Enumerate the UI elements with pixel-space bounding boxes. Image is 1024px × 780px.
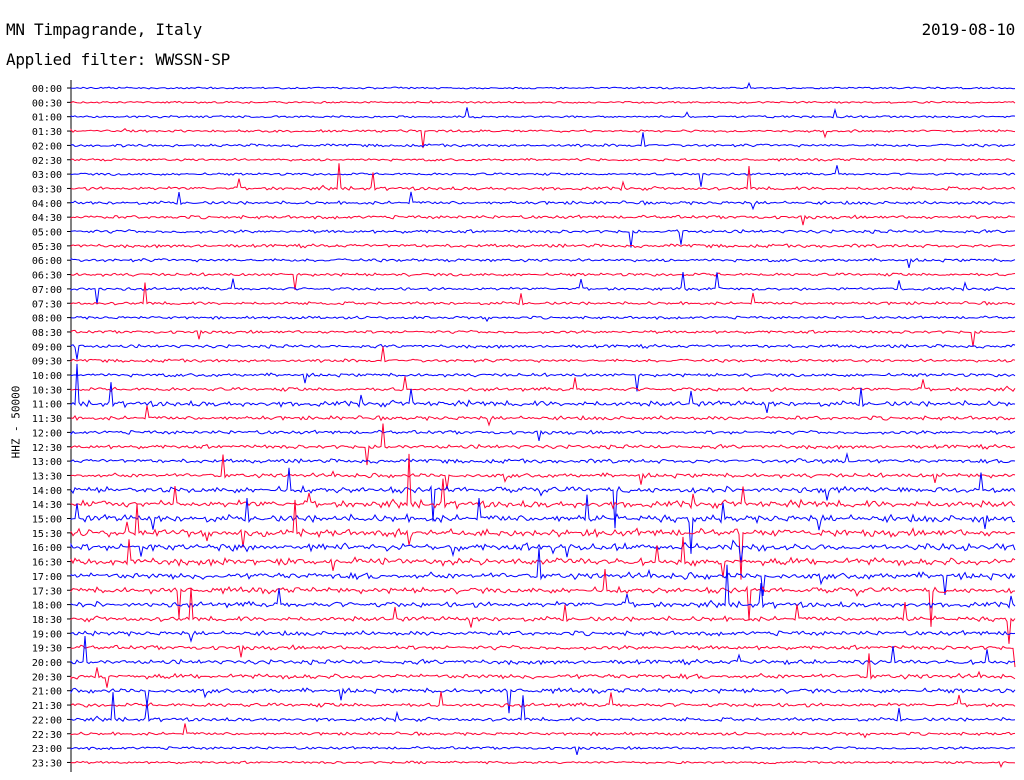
trace-0930 — [70, 346, 1016, 363]
row-time-label: 10:30 — [32, 385, 62, 396]
trace-1630 — [70, 536, 1016, 578]
trace-1830 — [70, 587, 1016, 644]
row-time-label: 07:30 — [32, 299, 62, 310]
trace-0630 — [70, 272, 1016, 290]
row-time-label: 01:00 — [32, 113, 62, 124]
row-time-label: 19:30 — [32, 644, 62, 655]
row-time-label: 21:30 — [32, 701, 62, 712]
trace-0400 — [70, 191, 1016, 211]
row-time-label: 23:00 — [32, 744, 62, 755]
trace-0730 — [70, 282, 1016, 306]
row-time-label: 02:00 — [32, 141, 62, 152]
row-time-label: 09:00 — [32, 342, 62, 353]
row-time-label: 11:00 — [32, 400, 62, 411]
row-time-label: 03:00 — [32, 170, 62, 181]
row-time-label: 00:30 — [32, 98, 62, 109]
trace-0000 — [70, 81, 1016, 90]
trace-2200 — [70, 692, 1016, 723]
trace-0030 — [70, 99, 1016, 104]
row-time-label: 23:30 — [32, 758, 62, 769]
row-time-label: 22:00 — [32, 715, 62, 726]
trace-0200 — [70, 132, 1016, 148]
seismogram-plot: 00:00 00:30 01:00 01:30 02:00 02:30 03:00 03:30… — [32, 80, 1016, 772]
row-time-label: 17:00 — [32, 572, 62, 583]
trace-1530 — [70, 499, 1016, 580]
trace-0800 — [70, 315, 1016, 323]
trace-1330 — [70, 454, 1016, 490]
row-time-label: 03:30 — [32, 184, 62, 195]
row-time-label: 01:30 — [32, 127, 62, 138]
row-time-label: 05:30 — [32, 242, 62, 253]
trace-1030 — [70, 376, 1016, 393]
trace-0830 — [70, 329, 1016, 347]
trace-0230 — [70, 157, 1016, 162]
row-time-label: 02:30 — [32, 156, 62, 167]
row-time-label: 18:00 — [32, 601, 62, 612]
row-time-label: 04:30 — [32, 213, 62, 224]
trace-0700 — [70, 272, 1015, 305]
trace-0100 — [70, 107, 1016, 119]
trace-0330 — [70, 163, 1016, 192]
row-time-label: 14:30 — [32, 500, 62, 511]
row-time-label: 19:00 — [32, 629, 62, 640]
row-time-label: 11:30 — [32, 414, 62, 425]
row-time-label: 20:30 — [32, 672, 62, 683]
row-time-label: 16:30 — [32, 558, 62, 569]
row-time-label: 05:00 — [32, 228, 62, 239]
row-time-label: 00:00 — [32, 84, 62, 95]
row-time-label: 13:00 — [32, 457, 62, 468]
row-time-label: 14:00 — [32, 486, 62, 497]
trace-2130 — [70, 691, 1016, 708]
row-time-label: 21:00 — [32, 687, 62, 698]
trace-2100 — [70, 687, 1016, 714]
row-time-label: 10:00 — [32, 371, 62, 382]
row-time-label: 08:00 — [32, 314, 62, 325]
trace-2030 — [70, 653, 1016, 688]
row-time-label: 07:00 — [32, 285, 62, 296]
row-time-label: 16:00 — [32, 543, 62, 554]
trace-1900 — [70, 629, 1016, 643]
row-time-label: 18:30 — [32, 615, 62, 626]
row-time-label: 04:00 — [32, 199, 62, 210]
trace-2230 — [70, 723, 1016, 739]
row-time-label: 13:30 — [32, 471, 62, 482]
row-time-label: 22:30 — [32, 730, 62, 741]
row-time-label: 20:00 — [32, 658, 62, 669]
trace-2000 — [70, 635, 1015, 666]
trace-1130 — [70, 405, 1016, 427]
trace-1930 — [70, 644, 1016, 668]
row-time-label: 12:30 — [32, 443, 62, 454]
row-time-label: 17:30 — [32, 586, 62, 597]
trace-1230 — [70, 423, 1016, 466]
trace-0530 — [70, 243, 1016, 249]
row-time-label: 08:30 — [32, 328, 62, 339]
trace-0300 — [70, 165, 1016, 187]
trace-2300 — [70, 745, 1016, 756]
row-time-label: 09:30 — [32, 357, 62, 368]
row-time-label: 06:00 — [32, 256, 62, 267]
trace-2330 — [70, 760, 1016, 769]
trace-1300 — [70, 452, 1016, 465]
trace-0900 — [70, 343, 1016, 360]
trace-1600 — [70, 539, 1016, 563]
row-time-label: 15:30 — [32, 529, 62, 540]
row-time-label: 06:30 — [32, 271, 62, 282]
trace-0430 — [70, 214, 1016, 226]
trace-1200 — [70, 429, 1016, 442]
row-time-label: 15:00 — [32, 515, 62, 526]
trace-1800 — [70, 564, 1016, 610]
row-time-label: 12:00 — [32, 428, 62, 439]
trace-0600 — [70, 257, 1016, 269]
